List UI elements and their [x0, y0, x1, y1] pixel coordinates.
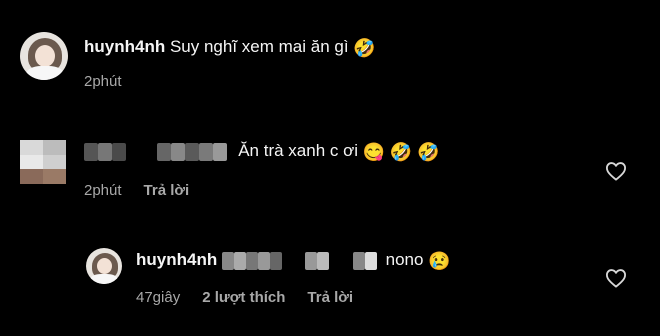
reply-button[interactable]: Trả lời: [307, 289, 353, 306]
comment-text: Suy nghĩ xem mai ăn gì: [169, 37, 349, 56]
like-heart-icon[interactable]: [605, 268, 627, 288]
mention-blurred[interactable]: [221, 249, 377, 271]
comment-username[interactable]: huynh4nh: [84, 37, 165, 56]
avatar[interactable]: [86, 248, 122, 284]
crying-emoji-icon: 😢: [428, 250, 451, 271]
yum-emoji-icon: 😋: [362, 141, 386, 162]
likes-count-link[interactable]: 2 lượt thích: [202, 289, 285, 306]
reply-timestamp: 47giây: [136, 289, 181, 306]
avatar[interactable]: [20, 140, 66, 184]
rofl-emoji-icon: 🤣: [417, 141, 440, 162]
comment-text: Ăn trà xanh c ơi: [238, 141, 359, 160]
comment-username-blurred[interactable]: [84, 140, 228, 162]
reply-text: nono: [385, 250, 424, 269]
rofl-emoji-icon: 🤣: [353, 37, 376, 58]
rofl-emoji-icon: 🤣: [389, 141, 413, 162]
comment-timestamp: 2phút: [84, 73, 122, 90]
comment-timestamp: 2phút: [84, 182, 122, 199]
reply-username[interactable]: huynh4nh: [136, 250, 217, 269]
reply-button[interactable]: Trả lời: [144, 182, 190, 199]
avatar[interactable]: [20, 32, 68, 80]
like-heart-icon[interactable]: [605, 161, 627, 181]
